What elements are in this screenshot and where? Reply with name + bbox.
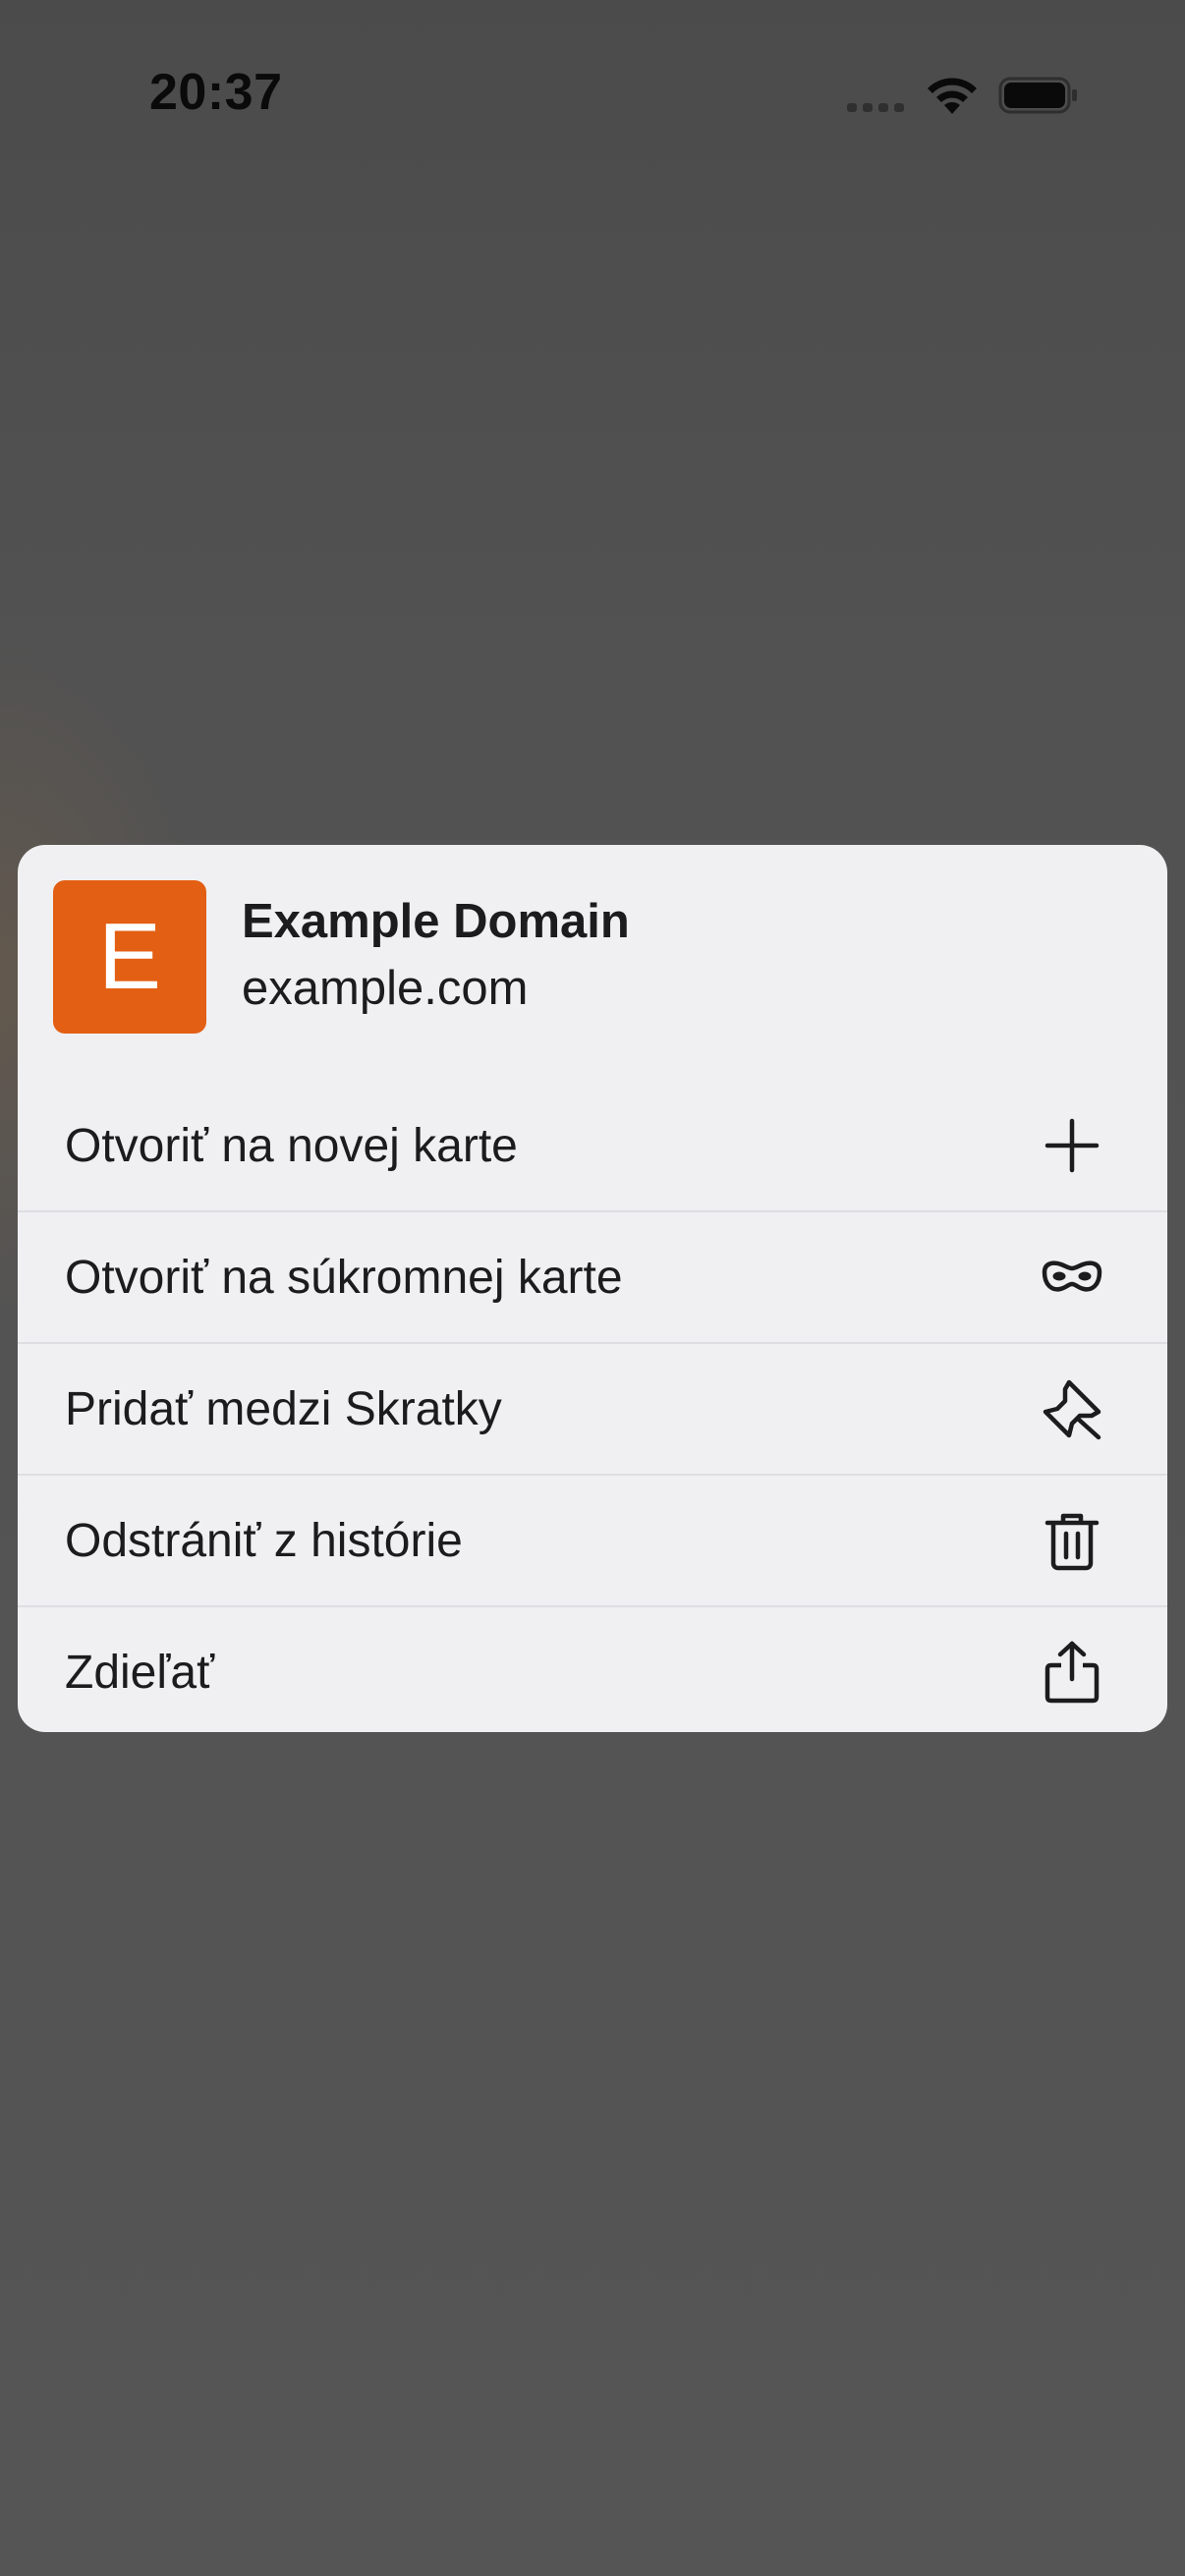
menu-item-label: Otvoriť na súkromnej karte <box>65 1251 623 1304</box>
pin-icon <box>1040 1376 1104 1441</box>
share-item[interactable]: Zdieľať <box>18 1605 1167 1732</box>
site-url: example.com <box>242 962 529 1015</box>
menu-item-label: Otvoriť na novej karte <box>65 1119 518 1172</box>
plus-icon <box>1040 1113 1104 1178</box>
cellular-signal-icon <box>847 103 904 112</box>
menu-list: Otvoriť na novej karte Otvoriť na súkrom… <box>18 1081 1167 1732</box>
menu-item-label: Zdieľať <box>65 1646 215 1699</box>
site-favicon: E <box>53 880 206 1034</box>
battery-icon <box>998 77 1077 114</box>
status-time: 20:37 <box>149 64 283 121</box>
remove-from-history-item[interactable]: Odstrániť z histórie <box>18 1474 1167 1605</box>
share-icon <box>1040 1640 1104 1705</box>
site-title: Example Domain <box>242 895 630 948</box>
menu-header: E Example Domain example.com <box>18 845 1167 1081</box>
status-bar: 20:37 <box>0 0 1185 157</box>
menu-item-label: Pridať medzi Skratky <box>65 1382 502 1435</box>
menu-item-label: Odstrániť z histórie <box>65 1514 463 1567</box>
open-in-new-tab-item[interactable]: Otvoriť na novej karte <box>18 1081 1167 1210</box>
trash-icon <box>1040 1508 1104 1573</box>
link-context-menu: E Example Domain example.com Otvoriť na … <box>18 845 1167 1732</box>
add-to-shortcuts-item[interactable]: Pridať medzi Skratky <box>18 1342 1167 1474</box>
wifi-icon <box>928 78 977 114</box>
open-in-private-tab-item[interactable]: Otvoriť na súkromnej karte <box>18 1210 1167 1342</box>
private-mask-icon <box>1040 1245 1104 1310</box>
